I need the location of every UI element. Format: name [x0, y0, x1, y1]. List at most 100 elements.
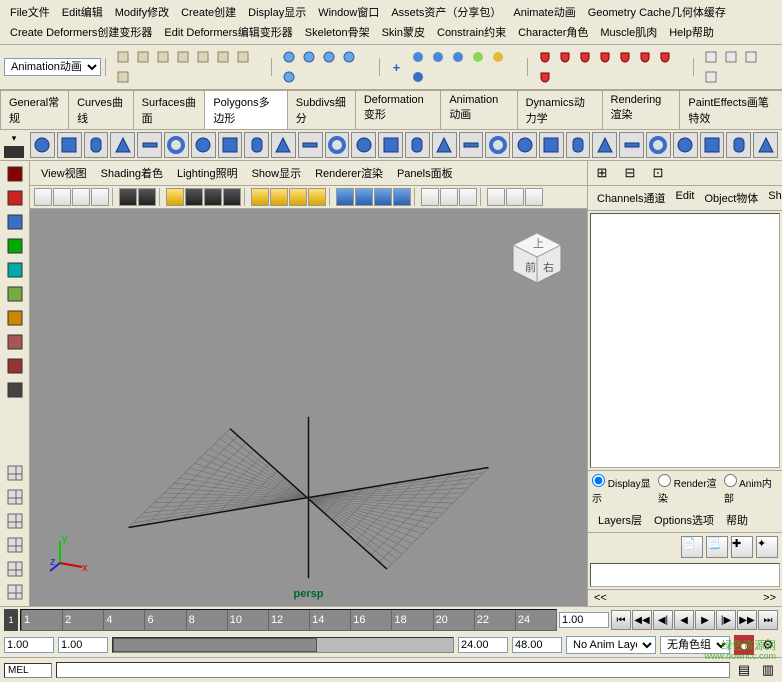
vp-shade-wire-icon[interactable] — [166, 188, 184, 206]
layer-radio[interactable]: Render渲染 — [658, 474, 722, 505]
new-icon[interactable] — [113, 47, 133, 67]
playback-btn-3[interactable]: ◀ — [674, 610, 694, 630]
m3-icon[interactable] — [575, 47, 595, 67]
layer-radio[interactable]: Display显示 — [592, 474, 656, 505]
tool-layout-2h[interactable] — [3, 533, 27, 556]
tool-layout-3[interactable] — [3, 557, 27, 580]
shelf-extrude-icon[interactable] — [646, 132, 671, 158]
vp-film-gate-icon[interactable] — [119, 188, 137, 206]
vp-menu-item[interactable]: Renderer渲染 — [308, 163, 390, 183]
layer-move-up-icon[interactable]: 📄 — [681, 536, 703, 558]
ch-menu-item[interactable]: Edit — [670, 188, 699, 208]
ol-icon[interactable] — [701, 67, 721, 87]
layers-menu-item[interactable]: Layers层 — [592, 510, 648, 530]
shelf-tab[interactable]: Dynamics动力学 — [517, 90, 603, 129]
render-settings-icon[interactable] — [448, 47, 468, 67]
vp-xray-icon[interactable] — [308, 188, 326, 206]
range-start-field[interactable] — [4, 637, 54, 653]
layers-menu-item[interactable]: Options选项 — [648, 510, 720, 530]
shelf-polytype-icon[interactable] — [351, 132, 376, 158]
menu-16[interactable]: Help帮助 — [663, 22, 720, 42]
shelf-tab[interactable]: General常规 — [0, 90, 69, 129]
redo-icon[interactable] — [193, 47, 213, 67]
shelf-tab[interactable]: Polygons多边形 — [204, 90, 287, 129]
viewcube[interactable]: 前 右 上 — [507, 229, 567, 289]
tool-layout-four[interactable] — [3, 485, 27, 508]
shelf-tab[interactable]: Animation动画 — [440, 90, 517, 129]
sel-comp-icon[interactable] — [113, 67, 133, 87]
save-icon[interactable] — [153, 47, 173, 67]
undo-icon[interactable] — [173, 47, 193, 67]
nav-next[interactable]: >> — [763, 592, 776, 604]
m4-icon[interactable] — [595, 47, 615, 67]
playback-btn-0[interactable]: ⏮ — [611, 610, 631, 630]
shelf-platonic-icon[interactable] — [405, 132, 430, 158]
current-frame-marker[interactable]: 1 — [4, 609, 18, 631]
vp-menu-item[interactable]: View视图 — [34, 163, 94, 183]
help-line-icon[interactable]: ▥ — [758, 660, 778, 680]
vp-light-default-icon[interactable] — [251, 188, 269, 206]
m8-icon[interactable] — [535, 67, 555, 87]
playback-btn-5[interactable]: |▶ — [716, 610, 736, 630]
tool-layout-2v[interactable] — [3, 509, 27, 532]
vp-menu-item[interactable]: Shading着色 — [94, 163, 170, 183]
layer-radio[interactable]: Anim内部 — [724, 474, 778, 505]
vp-iso-icon[interactable] — [336, 188, 354, 206]
shelf-mirror-icon[interactable] — [566, 132, 591, 158]
layer-new-icon[interactable]: ✚ — [731, 536, 753, 558]
tool-softsel[interactable] — [3, 331, 27, 354]
hypershade-icon[interactable] — [488, 47, 508, 67]
shelf-merge-icon[interactable] — [673, 132, 698, 158]
tool-paint[interactable] — [3, 211, 27, 234]
shelf-polytext-icon[interactable] — [378, 132, 403, 158]
cb-icon[interactable] — [701, 47, 721, 67]
script-mode[interactable]: MEL — [4, 663, 52, 678]
playback-btn-7[interactable]: ⏭ — [758, 610, 778, 630]
vp-shade-flat-icon[interactable] — [204, 188, 222, 206]
m5-icon[interactable] — [615, 47, 635, 67]
shelf-boolean-icon[interactable] — [539, 132, 564, 158]
vp-menu-item[interactable]: Panels面板 — [390, 163, 460, 183]
tool-scale[interactable] — [3, 283, 27, 306]
shelf-helix-icon[interactable] — [271, 132, 296, 158]
vp-ao-icon[interactable] — [355, 188, 373, 206]
vp-ssao-icon[interactable] — [393, 188, 411, 206]
tool-layout-single[interactable] — [3, 461, 27, 484]
vp-d2-icon[interactable] — [506, 188, 524, 206]
shelf-soccer-icon[interactable] — [325, 132, 350, 158]
tool-outliner[interactable] — [3, 581, 27, 604]
menu-5[interactable]: Window窗口 — [312, 2, 385, 22]
command-input[interactable] — [56, 662, 730, 678]
shelf-menu-icon[interactable]: ▾ — [4, 133, 24, 145]
ae-icon[interactable] — [721, 47, 741, 67]
shelf-tab[interactable]: Surfaces曲面 — [133, 90, 206, 129]
vp-sel-cam-icon[interactable] — [34, 188, 52, 206]
shelf-extract-icon[interactable] — [485, 132, 510, 158]
layers-menu-item[interactable]: 帮助 — [720, 510, 754, 530]
shelf-torus-icon[interactable] — [164, 132, 189, 158]
m7-icon[interactable] — [655, 47, 675, 67]
range-slider[interactable] — [112, 637, 454, 653]
vp-poly-icon[interactable] — [440, 188, 458, 206]
ch-menu-item[interactable]: Channels通道 — [592, 188, 670, 208]
menu-10[interactable]: Edit Deformers编辑变形器 — [158, 22, 298, 42]
vp-menu-item[interactable]: Show显示 — [245, 163, 309, 183]
vp-wos-icon[interactable] — [421, 188, 439, 206]
vp-shadow-icon[interactable] — [289, 188, 307, 206]
time-ruler[interactable]: 124681012141618202224 — [20, 609, 557, 631]
shelf-cylinder-icon[interactable] — [84, 132, 109, 158]
tool-rotate[interactable] — [3, 259, 27, 282]
vp-grid-icon[interactable] — [91, 188, 109, 206]
vp-menu-item[interactable]: Lighting照明 — [170, 163, 245, 183]
layers-list[interactable] — [590, 563, 780, 587]
tool-last[interactable] — [3, 379, 27, 402]
ch-menu-item[interactable]: Show — [763, 188, 782, 208]
range-end-field[interactable] — [512, 637, 562, 653]
sel-obj-icon[interactable] — [233, 47, 253, 67]
shelf-tab[interactable]: Deformation变形 — [355, 90, 441, 129]
shelf-plane-icon[interactable] — [137, 132, 162, 158]
m2-icon[interactable] — [555, 47, 575, 67]
plus-icon[interactable]: + — [387, 57, 406, 77]
workspace-select[interactable]: Animation动画 — [4, 58, 101, 76]
vp-res-gate-icon[interactable] — [138, 188, 156, 206]
